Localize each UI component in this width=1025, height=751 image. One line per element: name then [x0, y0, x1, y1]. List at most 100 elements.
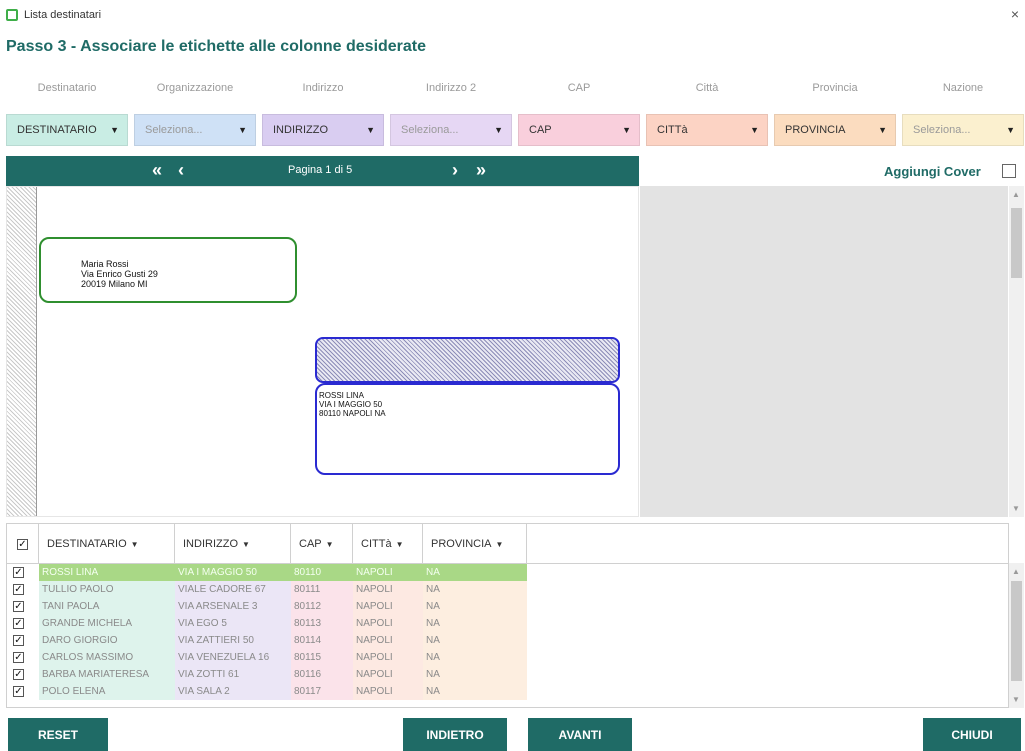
- table-row[interactable]: ✓ CARLOS MASSIMO VIA VENEZUELA 16 80115 …: [7, 649, 527, 666]
- pager-bar: « ‹ Pagina 1 di 5 › »: [6, 156, 639, 186]
- table-row[interactable]: ✓ ROSSI LINA VIA I MAGGIO 50 80110 NAPOL…: [7, 564, 527, 581]
- column-label: Nazione: [942, 82, 984, 94]
- cell-indirizzo: VIA ZATTIERI 50: [175, 632, 291, 649]
- scroll-down-icon[interactable]: ▼: [1012, 504, 1020, 513]
- address-line: 20019 Milano MI: [81, 279, 148, 289]
- select-value: Seleziona...: [913, 124, 971, 136]
- cell-indirizzo: VIA EGO 5: [175, 615, 291, 632]
- row-checkbox[interactable]: ✓: [7, 632, 39, 649]
- dropdown-arrow-icon: ▼: [878, 125, 887, 135]
- column-select-organizzazione[interactable]: Seleziona... ▼: [134, 114, 256, 146]
- column-label: Organizzazione: [156, 82, 234, 94]
- scrollbar-thumb[interactable]: [1011, 581, 1022, 681]
- dropdown-arrow-icon: ▼: [1006, 125, 1015, 135]
- cell-indirizzo: VIA SALA 2: [175, 683, 291, 700]
- cell-provincia: NA: [423, 666, 527, 683]
- address-label-header: [315, 337, 620, 383]
- table-row[interactable]: ✓ TANI PAOLA VIA ARSENALE 3 80112 NAPOLI…: [7, 598, 527, 615]
- back-button[interactable]: INDIETRO: [403, 718, 507, 751]
- first-page-icon[interactable]: «: [152, 160, 162, 181]
- row-checkbox[interactable]: ✓: [7, 683, 39, 700]
- column-labels: Destinatario Organizzazione Indirizzo In…: [6, 82, 1025, 102]
- sort-caret-icon: ▼: [325, 539, 334, 549]
- table-row[interactable]: ✓ POLO ELENA VIA SALA 2 80117 NAPOLI NA: [7, 683, 527, 700]
- column-select-indirizzo-2[interactable]: Seleziona... ▼: [390, 114, 512, 146]
- cell-indirizzo: VIA VENEZUELA 16: [175, 649, 291, 666]
- cell-citta: NAPOLI: [353, 632, 423, 649]
- dropdown-arrow-icon: ▼: [622, 125, 631, 135]
- dropdown-arrow-icon: ▼: [750, 125, 759, 135]
- prev-page-icon[interactable]: ‹: [178, 160, 184, 181]
- column-select-cap[interactable]: CAP ▼: [518, 114, 640, 146]
- cell-cap: 80112: [291, 598, 353, 615]
- cell-indirizzo: VIA ARSENALE 3: [175, 598, 291, 615]
- cell-destinatario: TANI PAOLA: [39, 598, 175, 615]
- table-row[interactable]: ✓ DARO GIORGIO VIA ZATTIERI 50 80114 NAP…: [7, 632, 527, 649]
- dropdown-arrow-icon: ▼: [494, 125, 503, 135]
- cell-provincia: NA: [423, 564, 527, 581]
- cell-provincia: NA: [423, 632, 527, 649]
- scroll-up-icon[interactable]: ▲: [1012, 190, 1020, 199]
- app-icon: [6, 9, 18, 21]
- column-select-citta[interactable]: CITTà ▼: [646, 114, 768, 146]
- grid-header-provincia[interactable]: PROVINCIA ▼: [423, 524, 527, 564]
- column-label: Destinatario: [37, 82, 97, 94]
- cover-checkbox[interactable]: [1002, 164, 1016, 178]
- row-checkbox[interactable]: ✓: [7, 615, 39, 632]
- select-value: DESTINATARIO: [17, 124, 97, 136]
- cover-panel: [640, 186, 1008, 517]
- next-page-icon[interactable]: ›: [452, 160, 458, 181]
- column-select-provincia[interactable]: PROVINCIA ▼: [774, 114, 896, 146]
- grid-header-cap[interactable]: CAP ▼: [291, 524, 353, 564]
- address-label-current: ROSSI LINA VIA I MAGGIO 50 80110 NAPOLI …: [315, 383, 620, 475]
- preview-scrollbar[interactable]: ▲ ▼: [1009, 186, 1024, 517]
- column-label: Provincia: [812, 82, 858, 94]
- address-line: VIA I MAGGIO 50: [319, 400, 383, 409]
- close-icon[interactable]: ×: [1011, 6, 1019, 22]
- cell-provincia: NA: [423, 649, 527, 666]
- column-select-destinatario[interactable]: DESTINATARIO ▼: [6, 114, 128, 146]
- sort-caret-icon: ▼: [495, 539, 504, 549]
- cell-provincia: NA: [423, 598, 527, 615]
- table-row[interactable]: ✓ GRANDE MICHELA VIA EGO 5 80113 NAPOLI …: [7, 615, 527, 632]
- grid-header: ✓ DESTINATARIO ▼ INDIRIZZO ▼ CAP ▼ CITTà ▼ P…: [7, 524, 1008, 564]
- row-checkbox[interactable]: ✓: [7, 666, 39, 683]
- row-checkbox[interactable]: ✓: [7, 564, 39, 581]
- reset-button[interactable]: RESET: [8, 718, 108, 751]
- grid-scrollbar[interactable]: ▲ ▼: [1009, 563, 1024, 708]
- check-icon: ✓: [17, 538, 28, 550]
- select-value: Seleziona...: [401, 124, 459, 136]
- select-value: INDIRIZZO: [273, 124, 328, 136]
- window-titlebar: Lista destinatari ×: [6, 4, 1019, 26]
- table-row[interactable]: ✓ TULLIO PAOLO VIALE CADORE 67 80111 NAP…: [7, 581, 527, 598]
- header-label: INDIRIZZO: [183, 538, 238, 550]
- grid-header-citta[interactable]: CITTà ▼: [353, 524, 423, 564]
- cell-citta: NAPOLI: [353, 598, 423, 615]
- label-preview: Maria Rossi Via Enrico Gusti 29 20019 Mi…: [6, 186, 639, 517]
- scroll-up-icon[interactable]: ▲: [1012, 567, 1020, 576]
- scrollbar-thumb[interactable]: [1011, 208, 1022, 278]
- cell-destinatario: BARBA MARIATERESA: [39, 666, 175, 683]
- grid-header-indirizzo[interactable]: INDIRIZZO ▼: [175, 524, 291, 564]
- cell-provincia: NA: [423, 683, 527, 700]
- last-page-icon[interactable]: »: [476, 160, 486, 181]
- column-select-nazione[interactable]: Seleziona... ▼: [902, 114, 1024, 146]
- row-checkbox[interactable]: ✓: [7, 598, 39, 615]
- header-label: PROVINCIA: [431, 538, 492, 550]
- row-checkbox[interactable]: ✓: [7, 581, 39, 598]
- next-button[interactable]: AVANTI: [528, 718, 632, 751]
- column-select-indirizzo[interactable]: INDIRIZZO ▼: [262, 114, 384, 146]
- row-checkbox[interactable]: ✓: [7, 649, 39, 666]
- cell-destinatario: DARO GIORGIO: [39, 632, 175, 649]
- select-all-checkbox[interactable]: ✓: [7, 524, 39, 564]
- sort-caret-icon: ▼: [395, 539, 404, 549]
- scroll-down-icon[interactable]: ▼: [1012, 695, 1020, 704]
- close-button[interactable]: CHIUDI: [923, 718, 1021, 751]
- table-row[interactable]: ✓ BARBA MARIATERESA VIA ZOTTI 61 80116 N…: [7, 666, 527, 683]
- address-line: Via Enrico Gusti 29: [81, 269, 158, 279]
- grid-header-destinatario[interactable]: DESTINATARIO ▼: [39, 524, 175, 564]
- dropdown-arrow-icon: ▼: [238, 125, 247, 135]
- cell-cap: 80111: [291, 581, 353, 598]
- page-title: Passo 3 - Associare le etichette alle co…: [6, 38, 427, 55]
- cell-citta: NAPOLI: [353, 615, 423, 632]
